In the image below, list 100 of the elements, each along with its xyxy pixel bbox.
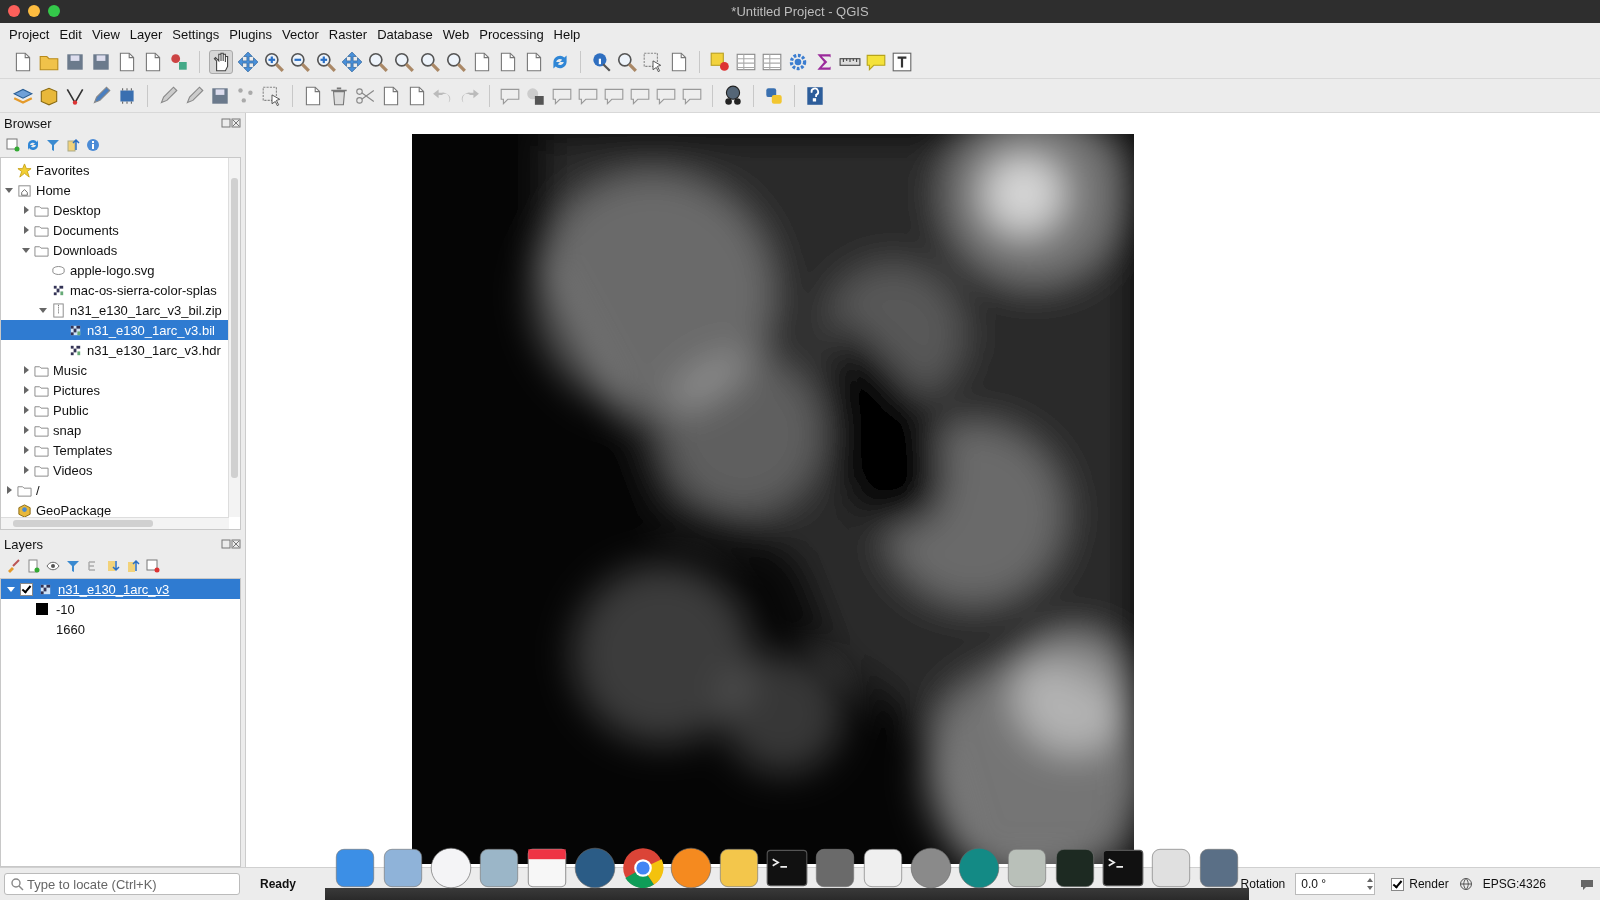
- pencil-icon[interactable]: [183, 84, 205, 107]
- browser-icon[interactable]: [621, 846, 665, 890]
- rotation-field[interactable]: 0.0 °: [1295, 873, 1376, 895]
- expanded-arrow-icon[interactable]: [7, 585, 15, 593]
- minimize-button[interactable]: [28, 5, 40, 17]
- collapsed-arrow-icon[interactable]: [22, 426, 30, 434]
- tree-item[interactable]: Templates: [1, 440, 228, 460]
- crs-button[interactable]: EPSG:4326: [1482, 877, 1546, 891]
- expanded-arrow-icon[interactable]: [39, 306, 47, 314]
- globe-icon[interactable]: [1458, 877, 1473, 891]
- zoom-in-icon[interactable]: [315, 50, 337, 73]
- trash-icon[interactable]: [328, 84, 350, 107]
- menu-item[interactable]: Plugins: [224, 26, 277, 42]
- select-icon[interactable]: [261, 84, 283, 107]
- menu-item[interactable]: Web: [437, 26, 475, 42]
- menu-item[interactable]: Raster: [323, 26, 373, 42]
- tree-item[interactable]: /: [1, 480, 228, 500]
- checkbox[interactable]: [20, 582, 33, 596]
- tree-item[interactable]: Videos: [1, 460, 228, 480]
- menu-item[interactable]: Edit: [54, 26, 87, 42]
- pencil-icon[interactable]: [157, 84, 179, 107]
- menu-item[interactable]: Processing: [474, 26, 549, 42]
- tree-item[interactable]: GeoPackage: [1, 500, 228, 520]
- rotation-label: Rotation: [1240, 877, 1286, 891]
- menu-item[interactable]: Database: [372, 26, 438, 42]
- collapsed-arrow-icon[interactable]: [22, 446, 30, 454]
- tree-item[interactable]: n31_e130_1arc_v3.hdr: [1, 340, 228, 360]
- magnifier-icon[interactable]: [367, 50, 389, 73]
- arrows-icon[interactable]: [341, 50, 363, 73]
- tree-item[interactable]: Pictures: [1, 380, 228, 400]
- add-group-icon[interactable]: [26, 559, 40, 573]
- collapsed-arrow-icon[interactable]: [22, 226, 30, 234]
- magnifier-icon[interactable]: [419, 50, 441, 73]
- filter-icon[interactable]: [66, 559, 80, 573]
- menu-item[interactable]: Layer: [124, 26, 168, 42]
- collapsed-arrow-icon[interactable]: [22, 206, 30, 214]
- binoculars-icon[interactable]: [722, 84, 744, 107]
- expanded-arrow-icon[interactable]: [5, 186, 13, 194]
- locate-field[interactable]: Type to locate (Ctrl+K): [4, 873, 240, 895]
- tree-row[interactable]: n31_e130_1arc_v3: [1, 579, 240, 599]
- magnifier-icon[interactable]: [393, 50, 415, 73]
- tree-item[interactable]: Downloads: [1, 240, 228, 260]
- collapsed-arrow-icon[interactable]: [5, 486, 13, 494]
- menu-item[interactable]: Help: [548, 26, 586, 42]
- collapsed-arrow-icon[interactable]: [22, 406, 30, 414]
- collapsed-arrow-icon[interactable]: [22, 366, 30, 374]
- zip-icon: [51, 302, 66, 318]
- panel-title: Browser: [4, 115, 52, 131]
- messages-icon[interactable]: [1580, 877, 1594, 891]
- tree-item[interactable]: Home: [1, 180, 228, 200]
- menu-item[interactable]: Settings: [167, 26, 225, 42]
- help-icon[interactable]: [804, 84, 826, 107]
- tree-item[interactable]: mac-os-sierra-color-splas: [1, 280, 228, 300]
- hand-icon[interactable]: [209, 49, 233, 74]
- checkbox[interactable]: [1391, 877, 1405, 891]
- arrows-icon[interactable]: [237, 50, 259, 73]
- tree-item[interactable]: Desktop: [1, 200, 228, 220]
- filter-icon[interactable]: [46, 138, 60, 152]
- tree-item[interactable]: apple-logo.svg: [1, 260, 228, 280]
- collapse-icon[interactable]: [66, 138, 80, 152]
- collapse-all-icon[interactable]: [126, 559, 140, 573]
- dock-controls-icon[interactable]: [221, 539, 241, 549]
- magnifier-icon[interactable]: [616, 50, 638, 73]
- spinner-icon[interactable]: [1366, 876, 1375, 892]
- close-button[interactable]: [8, 5, 20, 17]
- vertical-scrollbar[interactable]: [228, 158, 240, 517]
- expanded-arrow-icon[interactable]: [22, 246, 30, 254]
- info-icon[interactable]: [86, 138, 100, 152]
- text-box-icon[interactable]: [891, 50, 913, 73]
- window-title: *Untitled Project - QGIS: [731, 4, 869, 19]
- eye-icon[interactable]: [46, 559, 60, 573]
- map-canvas[interactable]: [245, 113, 1600, 867]
- add-icon[interactable]: [6, 138, 20, 152]
- info-icon[interactable]: [590, 50, 612, 73]
- tree-item[interactable]: n31_e130_1arc_v3.bil: [1, 320, 228, 340]
- zoom-in-icon[interactable]: [263, 50, 285, 73]
- collapsed-arrow-icon[interactable]: [22, 466, 30, 474]
- dock-controls-icon[interactable]: [221, 118, 241, 128]
- calendar-icon[interactable]: [525, 846, 569, 890]
- tree-item[interactable]: Favorites: [1, 160, 228, 180]
- collapsed-arrow-icon[interactable]: [22, 386, 30, 394]
- menu-item[interactable]: View: [86, 26, 125, 42]
- horizontal-scrollbar[interactable]: [1, 517, 229, 529]
- tree-item[interactable]: Public: [1, 400, 228, 420]
- select-icon[interactable]: [642, 50, 664, 73]
- tree-item[interactable]: Documents: [1, 220, 228, 240]
- zoom-out-icon[interactable]: [289, 50, 311, 73]
- tree-item[interactable]: snap: [1, 420, 228, 440]
- legend-label: 1660: [56, 621, 85, 637]
- refresh-icon[interactable]: [26, 138, 40, 152]
- tree-item[interactable]: n31_e130_1arc_v3_bil.zip: [1, 300, 228, 320]
- expand-all-icon[interactable]: [106, 559, 120, 573]
- square-icon[interactable]: [709, 50, 731, 73]
- menu-item[interactable]: Vector: [277, 26, 324, 42]
- zoom-button[interactable]: [48, 5, 60, 17]
- remove-layer-icon[interactable]: [146, 559, 160, 573]
- magnifier-icon[interactable]: [445, 50, 467, 73]
- menu-item[interactable]: Project: [4, 26, 55, 42]
- brush-icon[interactable]: [6, 559, 20, 573]
- tree-item[interactable]: Music: [1, 360, 228, 380]
